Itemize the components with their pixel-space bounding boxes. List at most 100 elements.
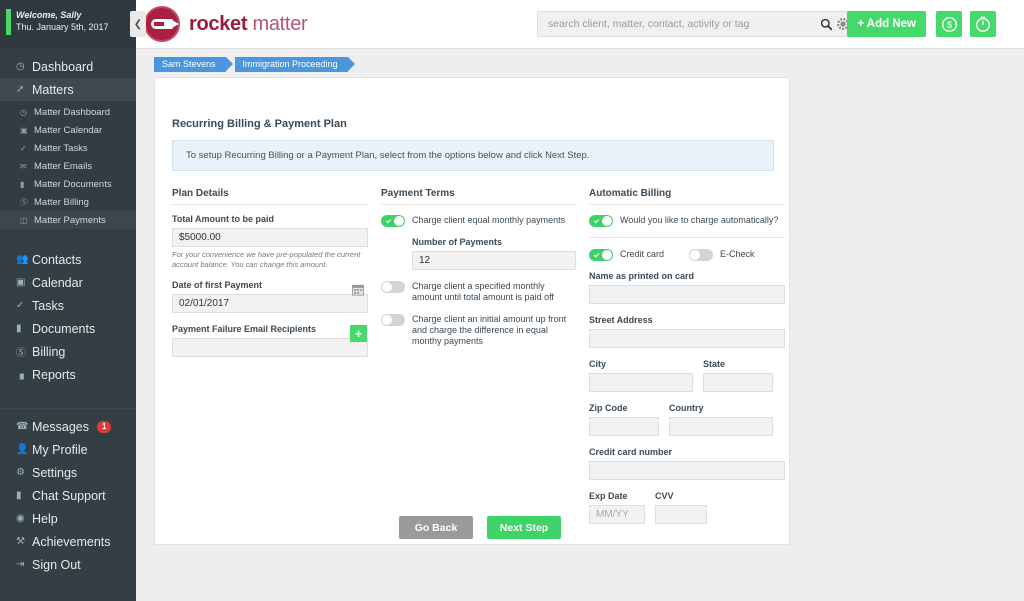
sidebar-item-dashboard[interactable]: ◷ Dashboard bbox=[0, 55, 136, 78]
check-icon: ✓ bbox=[20, 143, 27, 153]
credit-card-number-input[interactable] bbox=[589, 461, 785, 480]
credit-card-toggle[interactable] bbox=[589, 249, 613, 261]
timer-icon bbox=[975, 16, 991, 32]
credit-card-label: Credit card bbox=[620, 249, 665, 259]
phone-icon: ☎ bbox=[16, 421, 29, 432]
sidebar-label-matter-calendar: Matter Calendar bbox=[34, 124, 103, 136]
chevron-left-icon: ❮ bbox=[133, 18, 143, 30]
breadcrumb-client[interactable]: Sam Stevens bbox=[154, 57, 233, 72]
sidebar-label-matter-tasks: Matter Tasks bbox=[34, 142, 88, 154]
sidebar-label-matter-documents: Matter Documents bbox=[34, 178, 112, 190]
search-box[interactable] bbox=[537, 11, 857, 37]
equal-monthly-toggle[interactable] bbox=[381, 215, 405, 227]
sidebar-item-settings[interactable]: ⚙ Settings bbox=[0, 461, 136, 484]
city-input[interactable] bbox=[589, 373, 693, 392]
total-amount-label: Total Amount to be paid bbox=[172, 214, 274, 224]
sidebar-label-matter-dashboard: Matter Dashboard bbox=[34, 106, 111, 118]
check-icon: ✓ bbox=[16, 300, 25, 311]
sidebar-label-matters: Matters bbox=[32, 82, 74, 97]
info-banner-text: To setup Recurring Billing or a Payment … bbox=[186, 150, 590, 161]
welcome-accent-bar bbox=[6, 9, 11, 35]
sidebar-label-calendar: Calendar bbox=[32, 275, 83, 290]
street-address-input[interactable] bbox=[589, 329, 785, 348]
folder-icon: ▮ bbox=[20, 179, 25, 189]
chat-icon: ▮ bbox=[16, 490, 22, 501]
sidebar-item-achievements[interactable]: ⚒ Achievements bbox=[0, 530, 136, 553]
echeck-toggle[interactable] bbox=[689, 249, 713, 261]
sidebar-item-matter-tasks[interactable]: ✓ Matter Tasks bbox=[0, 139, 136, 157]
next-step-button[interactable]: Next Step bbox=[487, 516, 561, 539]
sidebar-label-sign-out: Sign Out bbox=[32, 557, 81, 572]
sidebar-collapse-button[interactable]: ❮ bbox=[130, 11, 146, 37]
sidebar-label-tasks: Tasks bbox=[32, 298, 64, 313]
sidebar-item-matter-billing[interactable]: Ⓢ Matter Billing bbox=[0, 193, 136, 211]
initial-amount-row: Charge client an initial amount up front… bbox=[381, 313, 577, 347]
sidebar-item-matter-emails[interactable]: ✉ Matter Emails bbox=[0, 157, 136, 175]
total-amount-group: Total Amount to be paid For your conveni… bbox=[172, 214, 368, 269]
first-payment-date-input[interactable] bbox=[172, 294, 368, 313]
sidebar-item-matter-calendar[interactable]: ▣ Matter Calendar bbox=[0, 121, 136, 139]
logo-text-light: matter bbox=[247, 12, 308, 35]
card-name-label: Name as printed on card bbox=[589, 271, 695, 281]
messages-badge: 1 bbox=[96, 420, 112, 433]
sidebar-item-matter-dashboard[interactable]: ◷ Matter Dashboard bbox=[0, 103, 136, 121]
sidebar-item-billing[interactable]: Ⓢ Billing bbox=[0, 340, 136, 363]
echeck-label: E-Check bbox=[720, 249, 755, 259]
zip-input[interactable] bbox=[589, 417, 659, 436]
go-back-button[interactable]: Go Back bbox=[399, 516, 473, 539]
sidebar-item-matters[interactable]: ➚ Matters bbox=[0, 78, 136, 101]
cvv-input[interactable] bbox=[655, 505, 707, 524]
sidebar-item-matter-documents[interactable]: ▮ Matter Documents bbox=[0, 175, 136, 193]
card-name-group: Name as printed on card bbox=[589, 271, 785, 304]
exp-date-group: Exp Date bbox=[589, 491, 645, 524]
card-icon: ◫ bbox=[20, 215, 28, 225]
sidebar-label-dashboard: Dashboard bbox=[32, 59, 94, 74]
state-input[interactable] bbox=[703, 373, 773, 392]
sidebar-item-calendar[interactable]: ▣ Calendar bbox=[0, 271, 136, 294]
sidebar-item-tasks[interactable]: ✓ Tasks bbox=[0, 294, 136, 317]
number-of-payments-input[interactable] bbox=[412, 251, 576, 270]
country-input[interactable] bbox=[669, 417, 773, 436]
charge-automatically-toggle[interactable] bbox=[589, 215, 613, 227]
bar-chart-icon: ▗ bbox=[16, 369, 24, 380]
folder-icon: ▮ bbox=[16, 323, 22, 334]
logo-text: rocket matter bbox=[189, 12, 308, 36]
sidebar-item-documents[interactable]: ▮ Documents bbox=[0, 317, 136, 340]
payment-terms-heading: Payment Terms bbox=[381, 188, 577, 205]
charge-automatically-label: Would you like to charge automatically? bbox=[620, 215, 779, 225]
city-label: City bbox=[589, 359, 607, 369]
card-name-input[interactable] bbox=[589, 285, 785, 304]
add-new-button[interactable]: + Add New bbox=[847, 11, 926, 37]
search-input[interactable] bbox=[548, 18, 817, 30]
calendar-icon[interactable] bbox=[352, 283, 364, 296]
sidebar-item-help[interactable]: ◉ Help bbox=[0, 507, 136, 530]
sidebar-label-matter-payments: Matter Payments bbox=[34, 214, 106, 226]
failure-email-input[interactable] bbox=[172, 338, 368, 357]
sidebar-label-matter-emails: Matter Emails bbox=[34, 160, 93, 172]
sidebar-item-my-profile[interactable]: 👤 My Profile bbox=[0, 438, 136, 461]
total-amount-input[interactable] bbox=[172, 228, 368, 247]
sidebar-item-messages[interactable]: ☎ Messages 1 bbox=[0, 415, 136, 438]
logo-text-bold: rocket bbox=[189, 12, 248, 35]
specified-monthly-toggle[interactable] bbox=[381, 281, 405, 293]
exp-date-input[interactable] bbox=[589, 505, 645, 524]
zip-label: Zip Code bbox=[589, 403, 628, 413]
sidebar-item-contacts[interactable]: 👥 Contacts bbox=[0, 248, 136, 271]
welcome-date: Thu. January 5th, 2017 bbox=[16, 22, 109, 32]
sidebar-item-matter-payments[interactable]: ◫ Matter Payments bbox=[0, 211, 136, 229]
initial-amount-toggle[interactable] bbox=[381, 314, 405, 326]
search-icon[interactable] bbox=[820, 18, 833, 31]
credit-card-number-group: Credit card number bbox=[589, 447, 785, 480]
echeck-row: E-Check bbox=[689, 248, 755, 261]
add-email-recipient-button[interactable]: + bbox=[350, 325, 367, 342]
sidebar-item-chat-support[interactable]: ▮ Chat Support bbox=[0, 484, 136, 507]
state-group: State bbox=[703, 359, 773, 392]
quick-timer-button[interactable] bbox=[970, 11, 996, 37]
sidebar-item-sign-out[interactable]: ⇥ Sign Out bbox=[0, 553, 136, 576]
sidebar-item-reports[interactable]: ▗ Reports bbox=[0, 363, 136, 386]
app-logo[interactable]: rocket matter bbox=[144, 6, 308, 42]
quick-expense-button[interactable]: $ bbox=[936, 11, 962, 37]
breadcrumb-matter[interactable]: Immigration Proceeding bbox=[234, 57, 355, 72]
sidebar-submenu-matters: ◷ Matter Dashboard ▣ Matter Calendar ✓ M… bbox=[0, 101, 136, 232]
